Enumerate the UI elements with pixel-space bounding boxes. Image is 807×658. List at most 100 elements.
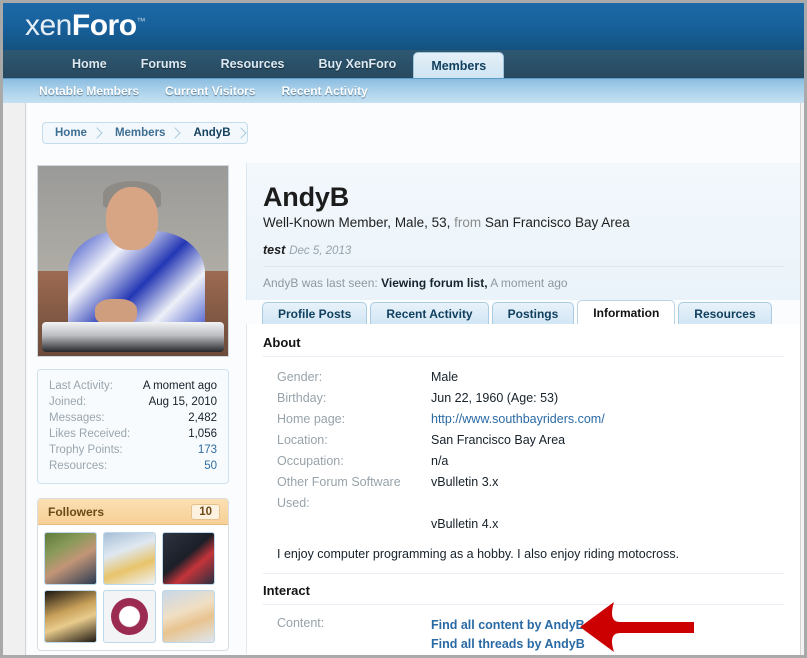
page-gutter-right <box>800 103 804 655</box>
tab-recent-activity[interactable]: Recent Activity <box>370 302 489 324</box>
user-rank: Well-Known Member <box>263 215 388 230</box>
info-row-location: Location: San Francisco Bay Area <box>263 430 784 451</box>
info-value: n/a <box>431 454 449 468</box>
info-row-occupation: Occupation: n/a <box>263 451 784 472</box>
stat-label: Trophy Points: <box>49 444 123 456</box>
stat-label: Likes Received: <box>49 428 131 440</box>
secondary-nav-items: Notable Members Current Visitors Recent … <box>26 78 381 103</box>
stat-row-resources: Resources: 50 <box>49 458 217 474</box>
user-gender: Male <box>394 215 425 230</box>
profile-main-column: AndyB Well-Known Member, Male, 53, from … <box>246 163 807 654</box>
xenforo-logo[interactable]: xenForo™ <box>25 9 146 43</box>
subnav-item-notable-members[interactable]: Notable Members <box>26 84 152 98</box>
stat-label: Resources: <box>49 460 108 472</box>
breadcrumb-item-andyb[interactable]: AndyB <box>181 123 246 143</box>
last-seen-prefix: AndyB was last seen: <box>263 276 378 290</box>
subnav-item-current-visitors[interactable]: Current Visitors <box>152 84 268 98</box>
stat-value: Aug 15, 2010 <box>148 396 217 408</box>
member-stats-panel: Last Activity: A moment ago Joined: Aug … <box>37 369 229 484</box>
stat-row-last-activity: Last Activity: A moment ago <box>49 378 217 394</box>
info-label: Occupation: <box>277 454 344 468</box>
followers-header: Followers 10 <box>38 499 228 525</box>
followers-avatar-grid <box>38 525 228 650</box>
from-word: from <box>454 215 482 230</box>
avatar-head-layer <box>106 186 158 250</box>
nav-tab-home[interactable]: Home <box>55 50 124 78</box>
info-row-gender: Gender: Male <box>263 367 784 388</box>
find-all-content-link[interactable]: Find all content by AndyB <box>431 616 585 635</box>
tab-information[interactable]: Information <box>577 300 676 324</box>
info-label: Birthday: <box>277 391 327 405</box>
stat-value-link[interactable]: 173 <box>198 442 217 458</box>
breadcrumb-item-members[interactable]: Members <box>103 123 182 143</box>
avatar-bike-layer <box>41 321 225 353</box>
user-location: San Francisco Bay Area <box>484 215 630 230</box>
follower-avatar-darth-vader[interactable] <box>162 532 215 585</box>
home-page-link[interactable]: http://www.southbayriders.com/ <box>431 409 605 430</box>
stat-row-joined: Joined: Aug 15, 2010 <box>49 394 217 410</box>
info-row-other-forum-software: Other Forum Software Used: vBulletin 3.x <box>263 472 784 514</box>
site-header: xenForo™ <box>3 3 804 50</box>
nav-tab-buy-xenforo[interactable]: Buy XenForo <box>302 50 414 78</box>
information-tab-panel: About Gender: Male Birthday: Jun 22, 196… <box>246 324 800 654</box>
profile-sidebar: Last Activity: A moment ago Joined: Aug … <box>37 165 237 651</box>
stat-label: Last Activity: <box>49 380 113 392</box>
find-all-threads-link[interactable]: Find all threads by AndyB <box>431 635 585 654</box>
last-seen-time: A moment ago <box>490 276 568 290</box>
followers-panel: Followers 10 <box>37 498 229 651</box>
info-value: vBulletin 3.x <box>431 475 499 489</box>
user-age: 53 <box>431 215 447 230</box>
avatar[interactable] <box>37 165 229 357</box>
stat-value: 2,482 <box>188 412 217 424</box>
info-label <box>263 514 431 535</box>
follower-avatar-building-night[interactable] <box>44 590 97 643</box>
info-row-birthday: Birthday: Jun 22, 1960 (Age: 53) <box>263 388 784 409</box>
info-value: vBulletin 4.x <box>431 517 499 531</box>
info-value: San Francisco Bay Area <box>431 433 566 447</box>
stat-value-link[interactable]: 50 <box>204 458 217 474</box>
stat-row-messages: Messages: 2,482 <box>49 410 217 426</box>
breadcrumb: Home Members AndyB <box>42 122 248 144</box>
subnav-item-recent-activity[interactable]: Recent Activity <box>269 84 381 98</box>
status-message-date: Dec 5, 2013 <box>289 245 352 257</box>
status-message-row: test Dec 5, 2013 <box>263 243 784 267</box>
interact-content-row: Content: Find all content by AndyB Find … <box>263 616 784 654</box>
info-label: Gender: <box>277 370 323 384</box>
about-bio-text: I enjoy computer programming as a hobby.… <box>263 547 784 574</box>
user-title-line: Well-Known Member, Male, 53, from San Fr… <box>263 215 630 230</box>
stat-row-likes-received: Likes Received: 1,056 <box>49 426 217 442</box>
info-row-other-forum-software-2: vBulletin 4.x <box>263 514 784 535</box>
info-value: Jun 22, 1960 (Age: 53) <box>431 391 559 405</box>
follower-avatar-man-glasses[interactable] <box>44 532 97 585</box>
follower-avatar-anime-girl[interactable] <box>162 590 215 643</box>
browser-page: xenForo™ Home Forums Resources Buy XenFo… <box>0 0 807 658</box>
stat-value: A moment ago <box>142 380 217 392</box>
nav-tab-forums[interactable]: Forums <box>124 50 204 78</box>
tab-profile-posts[interactable]: Profile Posts <box>262 302 368 324</box>
nav-tab-resources[interactable]: Resources <box>204 50 302 78</box>
page-title: AndyB <box>263 182 349 212</box>
breadcrumb-item-home[interactable]: Home <box>43 123 103 143</box>
stat-value: 1,056 <box>188 428 217 440</box>
stat-row-trophy-points: Trophy Points: 173 <box>49 442 217 458</box>
tab-resources[interactable]: Resources <box>678 302 772 324</box>
interact-links: Find all content by AndyB Find all threa… <box>431 616 585 654</box>
tab-postings[interactable]: Postings <box>491 302 575 324</box>
follower-avatar-authentic-logo[interactable] <box>103 590 156 643</box>
stat-label: Joined: <box>49 396 87 408</box>
logo-text-thin: xen <box>25 9 72 42</box>
info-label: Location: <box>277 433 328 447</box>
info-label: Other Forum Software Used: <box>277 475 401 510</box>
info-row-home-page: Home page: http://www.southbayriders.com… <box>263 409 784 430</box>
followers-count-badge: 10 <box>191 503 220 520</box>
stat-label: Messages: <box>49 412 105 424</box>
primary-nav-tabs: Home Forums Resources Buy XenForo Member… <box>55 50 505 78</box>
profile-header: AndyB Well-Known Member, Male, 53, from … <box>246 163 800 300</box>
logo-text-bold: Foro <box>71 9 137 42</box>
follower-avatar-child-hat[interactable] <box>103 532 156 585</box>
info-value: Male <box>431 370 459 384</box>
info-label: Home page: <box>277 412 346 426</box>
profile-tabs: Profile Posts Recent Activity Postings I… <box>246 300 807 324</box>
page-gutter-left <box>3 103 26 655</box>
nav-tab-members[interactable]: Members <box>413 52 505 78</box>
